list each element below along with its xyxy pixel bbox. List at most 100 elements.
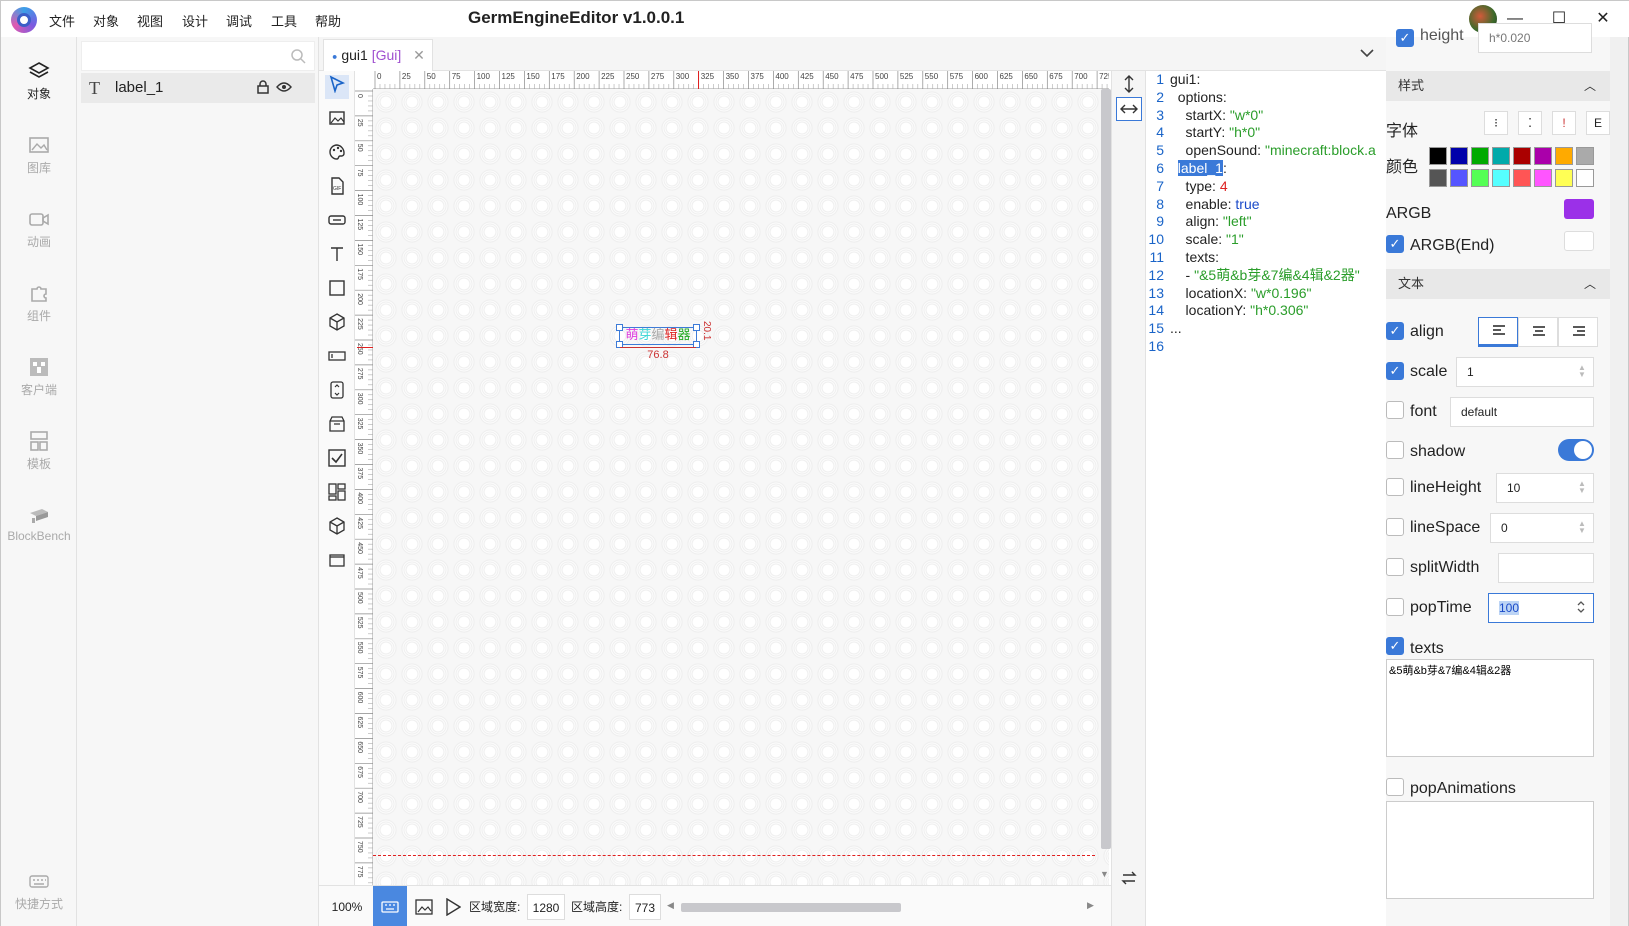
image-tool[interactable] (325, 109, 349, 133)
color-swatch[interactable] (1555, 147, 1573, 165)
model-tool[interactable] (325, 517, 349, 541)
color-swatch[interactable] (1555, 169, 1573, 187)
tab-gui1[interactable]: ● gui1 [Gui] ✕ (323, 39, 433, 71)
rectangle-tool[interactable] (325, 279, 349, 303)
rail-item-blockbench[interactable]: BlockBench (1, 495, 77, 555)
menu-debug[interactable]: 调试 (226, 11, 252, 30)
canvas-vertical-scrollbar[interactable] (1101, 89, 1111, 849)
popanimations-checkbox[interactable] (1386, 778, 1404, 796)
shadow-toggle[interactable] (1558, 439, 1594, 461)
poptime-checkbox[interactable] (1386, 598, 1404, 616)
menu-file[interactable]: 文件 (49, 11, 75, 30)
canvas-tool[interactable] (325, 551, 349, 575)
tab-close-icon[interactable]: ✕ (413, 47, 425, 63)
input-tool[interactable] (325, 347, 349, 371)
height-input[interactable]: h*0.020 (1478, 23, 1592, 53)
horizontal-resize-button[interactable] (1116, 97, 1142, 121)
menu-object[interactable]: 对象 (93, 11, 119, 30)
rail-item-templates[interactable]: 模板 (1, 421, 77, 481)
menu-view[interactable]: 视图 (137, 11, 163, 30)
object-search-input[interactable] (81, 41, 315, 71)
align-checkbox[interactable]: ✓ (1386, 322, 1404, 340)
select-tool[interactable] (325, 75, 349, 99)
vertical-resize-icon[interactable] (1121, 75, 1137, 96)
rail-item-client[interactable]: 客户端 (1, 347, 77, 407)
text-tool[interactable] (325, 245, 349, 269)
align-right-button[interactable] (1558, 317, 1598, 347)
font-style-button[interactable]: E (1586, 111, 1610, 135)
color-swatch[interactable] (1534, 169, 1552, 187)
rail-item-gallery[interactable]: 图库 (1, 125, 77, 185)
chevron-down-icon[interactable] (1359, 45, 1375, 64)
rail-item-components[interactable]: 组件 (1, 273, 77, 333)
splitwidth-checkbox[interactable] (1386, 558, 1404, 576)
stepper-icon[interactable] (1576, 599, 1586, 618)
scale-checkbox[interactable]: ✓ (1386, 362, 1404, 380)
scroll-left-arrow-icon[interactable]: ◀ (667, 900, 674, 911)
splitwidth-input[interactable] (1498, 553, 1594, 583)
color-swatch[interactable] (1429, 147, 1447, 165)
argb-end-color-picker[interactable] (1564, 231, 1594, 251)
scale-input[interactable]: 1 (1456, 357, 1594, 387)
selected-label-element[interactable]: 萌芽编辑器 (616, 324, 700, 348)
rail-item-shortcuts[interactable]: 快捷方式 (1, 861, 77, 921)
stepper-icon[interactable]: ▲ ▼ (1578, 364, 1586, 379)
area-width-input[interactable]: 1280 (527, 894, 565, 920)
lineheight-checkbox[interactable] (1386, 478, 1404, 496)
image-preview-icon[interactable] (415, 899, 433, 918)
color-swatch[interactable] (1513, 147, 1531, 165)
color-swatch[interactable] (1471, 169, 1489, 187)
checkbox-tool[interactable] (325, 449, 349, 473)
menu-help[interactable]: 帮助 (315, 11, 341, 30)
height-checkbox[interactable]: ✓ (1396, 29, 1414, 47)
design-canvas[interactable] (373, 89, 1109, 885)
properties-scrollbar[interactable] (1610, 37, 1628, 926)
linespace-checkbox[interactable] (1386, 518, 1404, 536)
color-swatch[interactable] (1450, 147, 1468, 165)
font-style-button[interactable]: ! (1552, 111, 1576, 135)
argb-end-checkbox[interactable]: ✓ (1386, 235, 1404, 253)
resize-handle[interactable] (693, 324, 700, 331)
scroll-right-arrow-icon[interactable]: ▶ (1087, 900, 1094, 911)
argb-color-picker[interactable] (1564, 199, 1594, 219)
color-swatch[interactable] (1450, 169, 1468, 187)
scroll-down-arrow-icon[interactable]: ▼ (1100, 869, 1109, 879)
font-input[interactable]: default (1450, 397, 1594, 427)
layout-tool[interactable] (325, 483, 349, 507)
scroll-tool[interactable] (325, 381, 349, 405)
stepper-icon[interactable]: ▲ ▼ (1578, 480, 1586, 495)
popanimations-textarea[interactable] (1386, 801, 1594, 899)
keyboard-button[interactable] (373, 886, 407, 926)
stepper-icon[interactable]: ▲ ▼ (1578, 520, 1586, 535)
slot-tool[interactable] (325, 415, 349, 439)
lock-icon[interactable] (257, 80, 269, 97)
font-style-button[interactable]: ⁝ (1484, 111, 1508, 135)
align-center-button[interactable] (1518, 317, 1558, 347)
rail-item-animation[interactable]: 动画 (1, 199, 77, 259)
palette-tool[interactable] (325, 143, 349, 167)
code-editor[interactable]: gui1: options: startX: "w*0" startY: "h*… (1170, 71, 1387, 356)
color-swatch[interactable] (1492, 147, 1510, 165)
texts-checkbox[interactable]: ✓ (1386, 637, 1404, 655)
shadow-checkbox[interactable] (1386, 441, 1404, 459)
color-swatch[interactable] (1471, 147, 1489, 165)
object-list-item[interactable]: T label_1 (81, 73, 315, 103)
color-swatch[interactable] (1576, 169, 1594, 187)
cube-tool[interactable] (325, 313, 349, 337)
text-section-header[interactable]: 文本 ︿ (1386, 269, 1610, 299)
rail-item-objects[interactable]: 对象 (1, 51, 77, 111)
color-swatch[interactable] (1534, 147, 1552, 165)
texts-textarea[interactable]: &5萌&b芽&7编&4辑&2器 (1386, 659, 1594, 757)
align-left-button[interactable] (1478, 317, 1518, 347)
eye-icon[interactable] (276, 81, 292, 96)
font-checkbox[interactable] (1386, 401, 1404, 419)
play-icon[interactable] (445, 897, 462, 919)
button-tool[interactable] (325, 211, 349, 235)
gif-tool[interactable]: GIF (325, 177, 349, 201)
swap-icon[interactable] (1121, 871, 1137, 888)
menu-tools[interactable]: 工具 (271, 11, 297, 30)
canvas-horizontal-scrollbar[interactable] (681, 903, 901, 912)
color-swatch[interactable] (1576, 147, 1594, 165)
color-swatch[interactable] (1492, 169, 1510, 187)
close-button[interactable]: ✕ (1589, 7, 1617, 31)
